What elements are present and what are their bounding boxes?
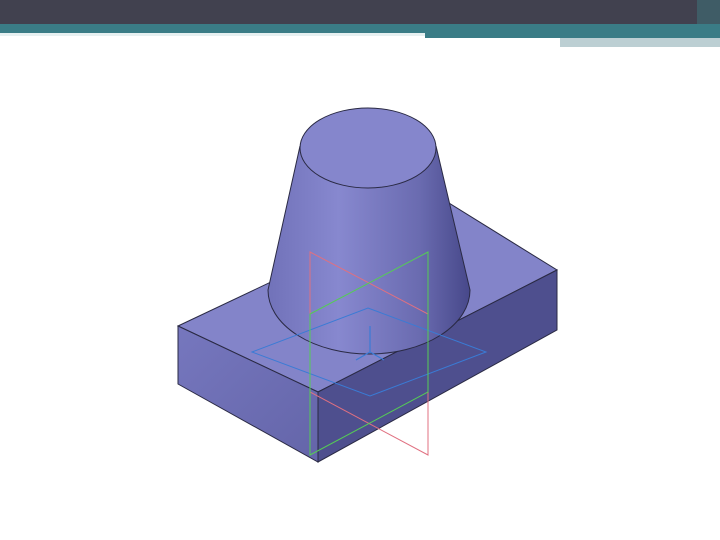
cad-3d-model[interactable] xyxy=(0,0,720,540)
cone-top-face xyxy=(299,107,437,189)
presentation-slide xyxy=(0,0,720,540)
